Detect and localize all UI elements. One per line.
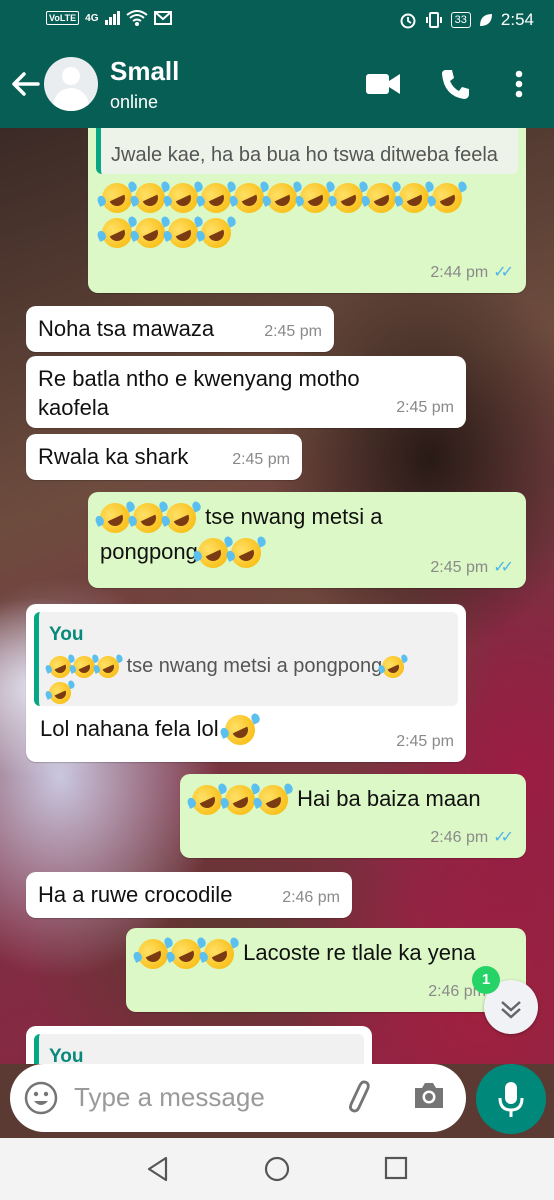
message-text: pongpong (100, 539, 198, 565)
message-text: Rwala ka shark (38, 444, 189, 469)
system-navigation-bar (0, 1138, 554, 1200)
read-tick-icon: ✓✓ (493, 829, 514, 846)
message-notification-icon (153, 11, 172, 25)
message-bubble-outgoing[interactable]: Jwale kae, ha ba bua ho tswa ditweba fee… (88, 128, 526, 293)
message-bubble-outgoing[interactable]: Lacoste re tlale ka yena 2:46 pm (126, 928, 526, 1012)
camera-icon[interactable] (412, 1080, 446, 1112)
vibrate-icon (425, 12, 442, 28)
back-arrow-icon[interactable] (10, 66, 42, 102)
battery-indicator: 33 (450, 12, 471, 28)
message-time: 2:45 pm (396, 733, 454, 750)
attach-icon[interactable] (344, 1080, 378, 1116)
message-bubble-incoming[interactable]: Ha a ruwe crocodile 2:46 pm (26, 872, 352, 918)
quoted-message[interactable]: You tse nwang metsi a pongpong (34, 612, 458, 708)
message-text: Ha a ruwe crocodile (38, 882, 233, 907)
message-text: Noha tsa mawaza (38, 316, 215, 341)
nav-home-icon[interactable] (264, 1156, 290, 1182)
leaf-icon (479, 14, 492, 26)
rolling-laughing-emoji (196, 213, 236, 254)
video-call-icon[interactable] (366, 72, 400, 96)
message-bubble-incoming[interactable]: Rwala ka shark 2:45 pm (26, 434, 302, 480)
emoji-icon[interactable] (24, 1081, 58, 1115)
chat-area[interactable]: Jwale kae, ha ba bua ho tswa ditweba fee… (0, 128, 554, 1064)
message-bubble-incoming[interactable]: Noha tsa mawaza 2:45 pm (26, 306, 334, 352)
nav-recents-icon[interactable] (384, 1156, 408, 1180)
more-options-icon[interactable] (514, 70, 524, 98)
clock: 2:54 (500, 10, 534, 29)
message-bubble-outgoing[interactable]: tse nwang metsi a pongpong 2:45 pm ✓✓ (88, 492, 526, 588)
quote-text: tse nwang metsi a pongpong (126, 655, 383, 677)
contact-name[interactable]: Small (110, 56, 179, 87)
unread-count-badge: 1 (472, 966, 500, 994)
message-time: 2:45 pm (232, 451, 290, 468)
message-time: 2:46 pm (282, 889, 340, 906)
message-time: 2:45 pm (264, 323, 322, 340)
chat-header: Small online (0, 42, 554, 128)
emoji-row (96, 178, 518, 219)
quoted-message[interactable]: Jwale kae, ha ba bua ho tswa ditweba fee… (96, 128, 518, 174)
message-text: Lacoste re tlale ka yena (243, 940, 476, 965)
contact-status: online (110, 92, 159, 112)
emoji-row (96, 213, 518, 254)
nav-back-icon[interactable] (146, 1156, 170, 1182)
network-type: 4G (85, 12, 99, 24)
volte-indicator: VoLTE (46, 11, 80, 25)
message-time: 2:45 pm (396, 399, 454, 416)
message-placeholder: Type a message (74, 1082, 265, 1112)
quote-author: You (49, 1046, 84, 1064)
message-text: Hai ba baiza maan (297, 786, 481, 811)
message-text: Re batla ntho e kwenyang motho kaofela (38, 366, 360, 420)
message-meta: 2:44 pm ✓✓ (430, 258, 514, 287)
quote-text: Jwale kae, ha ba bua ho tswa ditweba fee… (111, 144, 498, 166)
message-bubble-incoming[interactable]: Re batla ntho e kwenyang motho kaofela 2… (26, 356, 466, 428)
status-bar: VoLTE 4G 33 2:54 (0, 0, 554, 42)
read-tick-icon: ✓✓ (493, 264, 514, 281)
mic-button[interactable] (476, 1064, 546, 1134)
composer-bar: Type a message (0, 1064, 554, 1138)
read-tick-icon: ✓✓ (493, 559, 514, 576)
message-input[interactable]: Type a message (10, 1064, 466, 1132)
message-text: tse nwang metsi a (205, 504, 383, 529)
quoted-message[interactable]: You (34, 1034, 364, 1064)
message-time: 2:44 pm (430, 264, 489, 281)
message-time: 2:45 pm (430, 559, 489, 576)
mic-icon (498, 1082, 524, 1117)
voice-call-icon[interactable] (440, 68, 470, 100)
message-bubble-incoming[interactable]: You (26, 1026, 372, 1064)
rolling-laughing-emoji (427, 178, 467, 219)
message-time: 2:46 pm (430, 829, 489, 846)
signal-icon (104, 11, 120, 25)
avatar[interactable] (44, 57, 98, 111)
quote-author: You (49, 624, 84, 645)
wifi-icon (125, 10, 148, 26)
message-bubble-outgoing[interactable]: Hai ba baiza maan 2:46 pm ✓✓ (180, 774, 526, 858)
message-text: Lol nahana fela lol (40, 716, 219, 741)
alarm-icon (400, 13, 416, 29)
message-bubble-incoming[interactable]: You tse nwang metsi a pongpong Lol nahan… (26, 604, 466, 762)
